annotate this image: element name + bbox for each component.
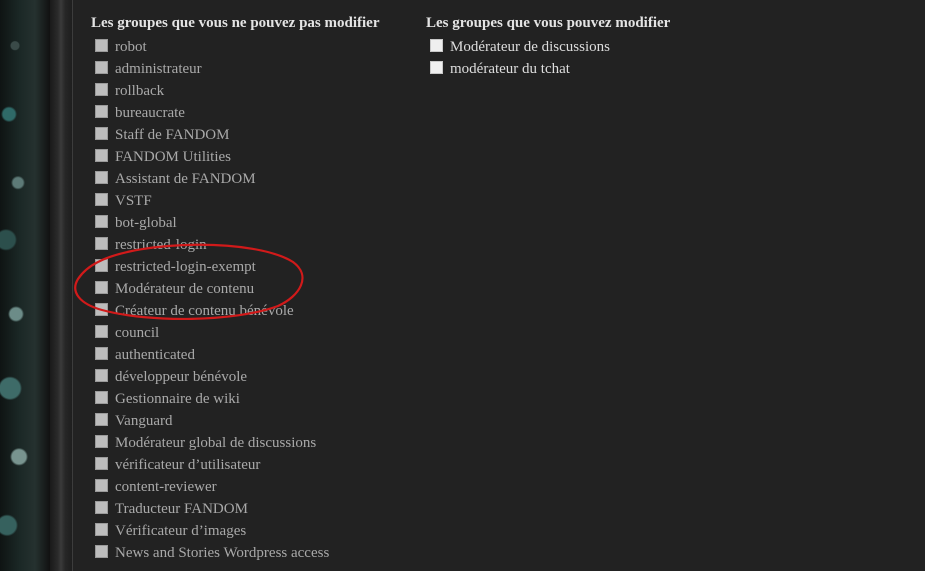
- group-checkbox: [95, 148, 108, 162]
- group-label: Vérificateur d’images: [115, 522, 247, 539]
- group-label: restricted-login: [115, 236, 207, 253]
- non-editable-groups-column: Les groupes que vous ne pouvez pas modif…: [91, 12, 411, 564]
- group-item: Créateur de contenu bénévole: [91, 300, 411, 322]
- group-item: Gestionnaire de wiki: [91, 388, 411, 410]
- group-label: robot: [115, 38, 147, 55]
- group-label: développeur bénévole: [115, 368, 248, 385]
- group-label[interactable]: modérateur du tchat: [450, 61, 570, 78]
- group-checkbox: [95, 192, 108, 206]
- group-item: Assistant de FANDOM: [91, 168, 411, 190]
- group-label: rollback: [115, 82, 165, 99]
- group-checkbox: [95, 544, 108, 558]
- group-item: restricted-login: [91, 234, 411, 256]
- group-label: Modérateur global de discussions: [115, 434, 317, 451]
- group-item: content-reviewer: [91, 476, 411, 498]
- group-item: restricted-login-exempt: [91, 256, 411, 278]
- group-checkbox: [95, 390, 108, 404]
- group-checkbox: [95, 522, 108, 536]
- group-item: Modérateur de contenu: [91, 278, 411, 300]
- group-label: council: [115, 324, 160, 341]
- group-checkbox: [95, 324, 108, 338]
- group-checkbox: [95, 478, 108, 492]
- group-label: vérificateur d’utilisateur: [115, 456, 261, 473]
- group-label: Modérateur de contenu: [115, 280, 255, 297]
- group-checkbox: [95, 456, 108, 470]
- group-label: administrateur: [115, 60, 202, 77]
- group-item: News and Stories Wordpress access: [91, 542, 411, 564]
- group-item: administrateur: [91, 58, 411, 80]
- background-decoration: [0, 0, 50, 571]
- group-item: council: [91, 322, 411, 344]
- group-checkbox: [95, 236, 108, 250]
- group-label: Gestionnaire de wiki: [115, 390, 240, 407]
- group-checkbox: [95, 214, 108, 228]
- group-item: robot: [91, 36, 411, 58]
- group-item: bureaucrate: [91, 102, 411, 124]
- group-item: Modérateur global de discussions: [91, 432, 411, 454]
- group-label: bureaucrate: [115, 104, 185, 121]
- group-checkbox: [95, 104, 108, 118]
- group-label: authenticated: [115, 346, 195, 363]
- group-checkbox: [95, 126, 108, 140]
- group-checkbox: [95, 434, 108, 448]
- group-checkbox: [95, 500, 108, 514]
- editable-groups-column: Les groupes que vous pouvez modifier Mod…: [426, 12, 746, 80]
- group-label: restricted-login-exempt: [115, 258, 256, 275]
- group-item: FANDOM Utilities: [91, 146, 411, 168]
- group-checkbox: [95, 60, 108, 74]
- group-label: bot-global: [115, 214, 177, 231]
- group-item: Vérificateur d’images: [91, 520, 411, 542]
- group-item: bot-global: [91, 212, 411, 234]
- group-checkbox: [95, 368, 108, 382]
- group-checkbox: [95, 170, 108, 184]
- non-editable-groups-list: robot administrateur rollback bureaucrate St…: [91, 36, 411, 564]
- group-checkbox: [95, 258, 108, 272]
- group-label: Traducteur FANDOM: [115, 500, 248, 517]
- group-item: Modérateur de discussions: [426, 36, 746, 58]
- group-checkbox: [95, 302, 108, 316]
- group-label: VSTF: [115, 192, 152, 209]
- group-item: VSTF: [91, 190, 411, 212]
- group-checkbox[interactable]: [430, 60, 443, 74]
- user-groups-panel: Les groupes que vous ne pouvez pas modif…: [72, 0, 925, 571]
- group-item: rollback: [91, 80, 411, 102]
- group-item: Traducteur FANDOM: [91, 498, 411, 520]
- group-item: modérateur du tchat: [426, 58, 746, 80]
- group-item: Vanguard: [91, 410, 411, 432]
- group-checkbox: [95, 82, 108, 96]
- group-checkbox: [95, 346, 108, 360]
- group-item: authenticated: [91, 344, 411, 366]
- group-label: Créateur de contenu bénévole: [115, 302, 294, 319]
- group-checkbox: [95, 38, 108, 52]
- editable-groups-title: Les groupes que vous pouvez modifier: [426, 15, 671, 31]
- group-checkbox: [95, 280, 108, 294]
- group-checkbox[interactable]: [430, 38, 443, 52]
- group-label: content-reviewer: [115, 478, 217, 495]
- non-editable-groups-title: Les groupes que vous ne pouvez pas modif…: [91, 15, 380, 31]
- group-label[interactable]: Modérateur de discussions: [450, 39, 610, 56]
- group-item: Staff de FANDOM: [91, 124, 411, 146]
- group-label: News and Stories Wordpress access: [115, 544, 330, 561]
- editable-groups-list: Modérateur de discussions modérateur du t…: [426, 36, 746, 80]
- group-checkbox: [95, 412, 108, 426]
- group-label: Staff de FANDOM: [115, 126, 230, 143]
- group-label: Assistant de FANDOM: [115, 170, 256, 187]
- group-item: développeur bénévole: [91, 366, 411, 388]
- group-label: FANDOM Utilities: [115, 148, 231, 165]
- group-item: vérificateur d’utilisateur: [91, 454, 411, 476]
- background-border: [50, 0, 72, 571]
- group-label: Vanguard: [115, 412, 173, 429]
